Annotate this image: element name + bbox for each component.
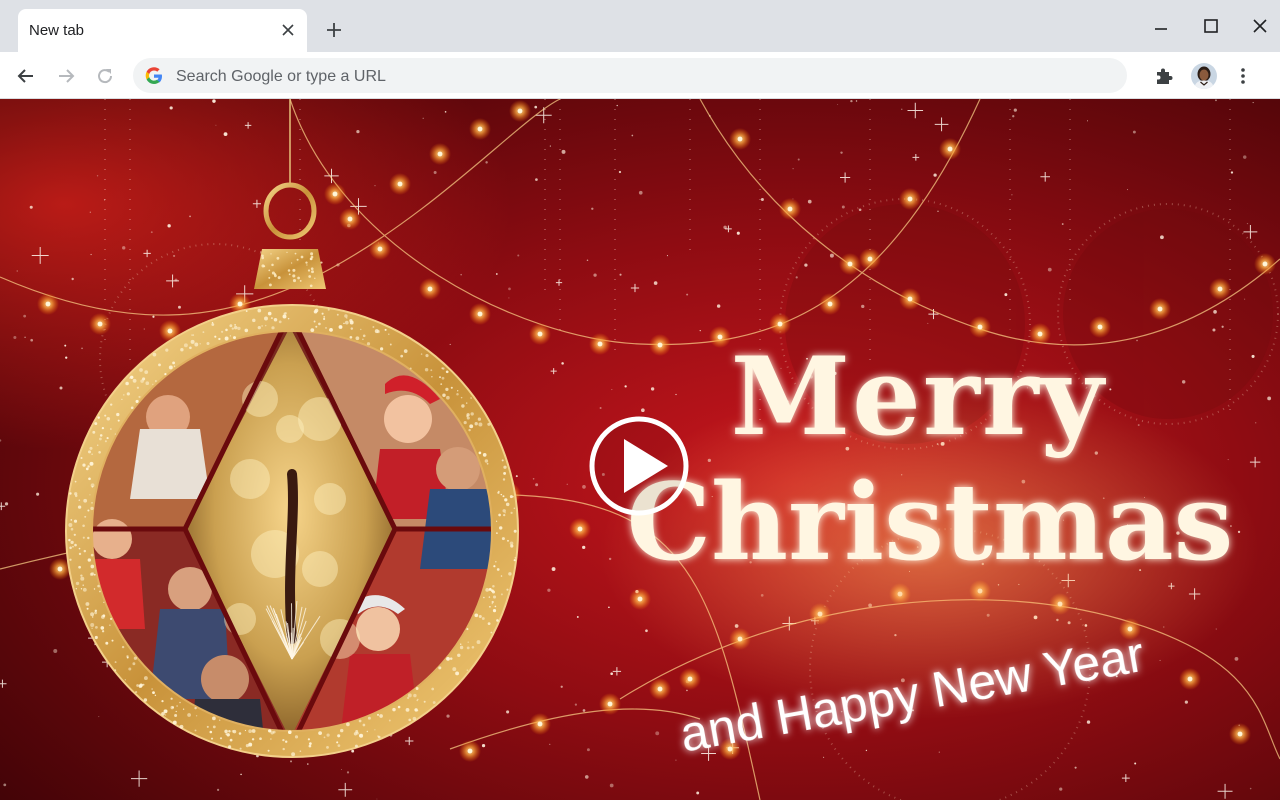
forward-button[interactable] [52, 62, 80, 90]
google-g-icon [145, 67, 162, 84]
close-tab-button[interactable] [277, 19, 299, 41]
greeting-line-christmas: Christmas [627, 459, 1234, 584]
back-arrow-icon [17, 69, 33, 83]
tab-title: New tab [29, 22, 85, 39]
puzzle-icon [1157, 68, 1173, 84]
christmas-background: Merry Christmas and Happy New Year [0, 99, 1280, 800]
minimize-icon [1155, 28, 1167, 30]
maximize-button[interactable] [1193, 10, 1229, 42]
three-dots-vertical-icon [1241, 68, 1245, 84]
reload-button[interactable] [91, 62, 119, 90]
play-button[interactable] [589, 416, 689, 516]
minimize-button[interactable] [1143, 10, 1179, 42]
plus-icon [327, 23, 341, 37]
omnibox-input[interactable] [174, 58, 1078, 95]
tab-strip: New tab [0, 0, 1280, 52]
forward-arrow-icon [59, 69, 75, 83]
back-button[interactable] [12, 62, 40, 90]
maximize-icon [1204, 19, 1218, 33]
greeting-line-merry: Merry [731, 334, 1107, 460]
tab-new-tab[interactable]: New tab [18, 9, 307, 52]
reload-icon [98, 69, 113, 84]
close-window-icon [1253, 19, 1267, 33]
close-window-button[interactable] [1242, 10, 1278, 42]
chrome-menu-button[interactable] [1228, 61, 1258, 91]
extensions-button[interactable] [1149, 61, 1179, 91]
new-tab-page: Merry Christmas and Happy New Year [0, 99, 1280, 800]
close-icon [282, 24, 294, 36]
profile-button[interactable] [1189, 61, 1219, 91]
new-tab-button[interactable] [321, 17, 347, 43]
omnibox[interactable] [133, 58, 1127, 95]
avatar [1191, 63, 1217, 89]
toolbar [0, 52, 1280, 99]
